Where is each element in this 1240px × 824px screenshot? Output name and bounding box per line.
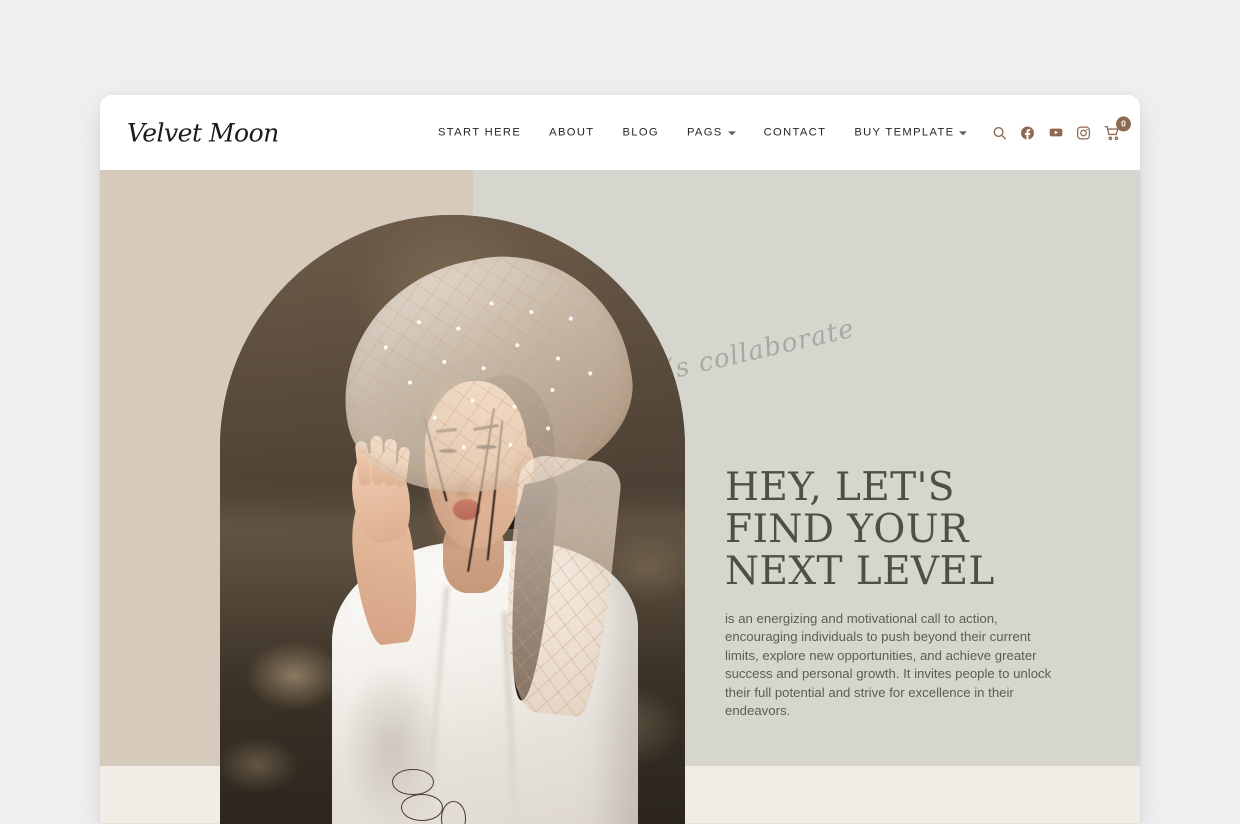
hero-copy: HEY, LET'S FIND YOUR NEXT LEVEL is an en… (725, 467, 1070, 720)
nav-label: CONTACT (763, 125, 827, 138)
youtube-icon[interactable] (1047, 124, 1064, 141)
hero-section: let´s collaborate HEY, LET'S FIND YOUR N… (100, 170, 1140, 766)
brand-logo[interactable]: Velvet Moon (127, 118, 279, 147)
nav-item-blog[interactable]: BLOG (608, 125, 673, 138)
nav-item-buy-template[interactable]: BUY TEMPLATE (840, 125, 981, 138)
nav-label: START HERE (438, 125, 522, 138)
shopping-cart-button[interactable]: 0 (1103, 116, 1131, 142)
hero-panel-left (100, 170, 473, 766)
nav-item-about[interactable]: ABOUT (535, 125, 608, 138)
primary-navigation: START HERE ABOUT BLOG PAGS CONTACT BUY T… (424, 125, 981, 138)
site-header: Velvet Moon START HERE ABOUT BLOG PAGS C… (100, 95, 1140, 170)
hero-heading: HEY, LET'S FIND YOUR NEXT LEVEL (725, 465, 995, 594)
instagram-icon[interactable] (1075, 124, 1092, 141)
website-card: Velvet Moon START HERE ABOUT BLOG PAGS C… (100, 95, 1140, 824)
screenshot-viewport: Velvet Moon START HERE ABOUT BLOG PAGS C… (0, 0, 1240, 824)
nav-label: ABOUT (549, 125, 595, 138)
cart-count-badge: 0 (1116, 116, 1131, 131)
nav-label: BUY TEMPLATE (854, 125, 955, 138)
nav-item-contact[interactable]: CONTACT (750, 125, 841, 138)
chevron-down-icon (959, 131, 968, 136)
search-icon[interactable] (991, 124, 1008, 141)
nav-item-start-here[interactable]: START HERE (424, 125, 535, 138)
nav-item-pags[interactable]: PAGS (673, 125, 750, 138)
facebook-icon[interactable] (1019, 124, 1036, 141)
bottom-band (100, 766, 1140, 824)
nav-label: PAGS (686, 125, 723, 138)
chevron-down-icon (727, 131, 736, 136)
hero-paragraph: is an energizing and motivational call t… (725, 611, 1052, 719)
nav-label: BLOG (622, 125, 659, 138)
header-actions: 0 (991, 116, 1131, 142)
